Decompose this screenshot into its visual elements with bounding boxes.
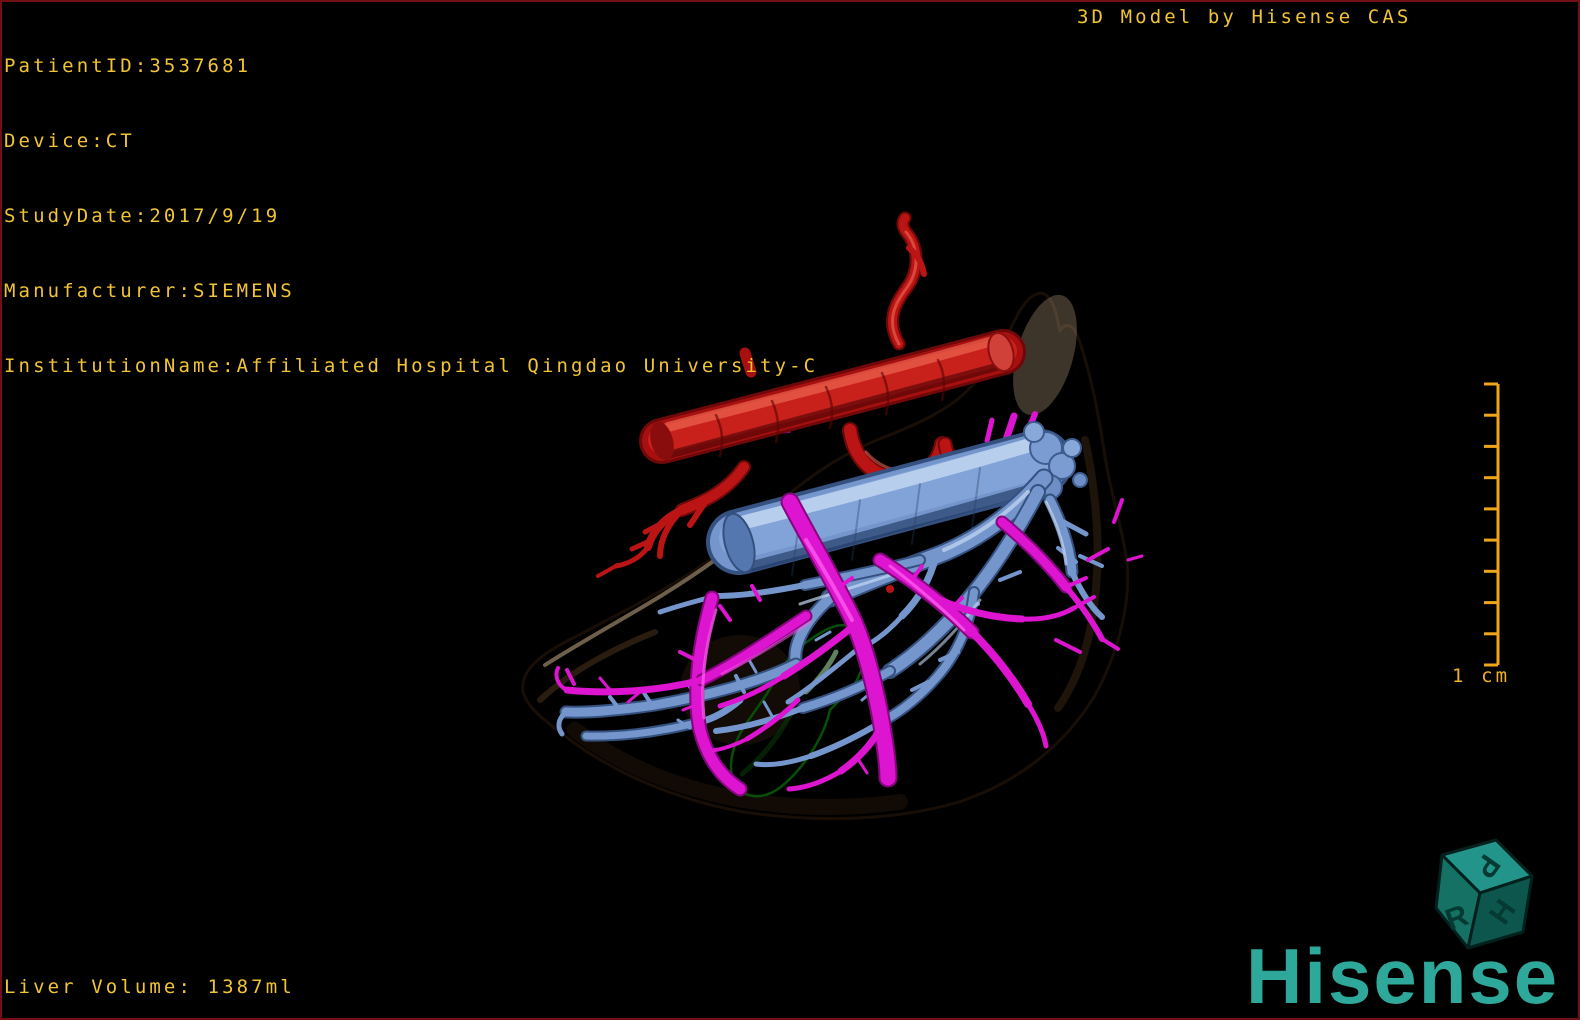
patient-id: PatientID:3537681 [4, 55, 252, 77]
liver-volume-label: Liver Volume: 1387ml [4, 976, 295, 998]
study-date: StudyDate:2017/9/19 [4, 205, 281, 227]
manufacturer: Manufacturer:SIEMENS [4, 280, 295, 302]
app-window: PatientID:3537681 Device:CT StudyDate:20… [0, 0, 1580, 1020]
device: Device:CT [4, 130, 135, 152]
watermark-title: 3D Model by Hisense CAS [1077, 6, 1412, 28]
scale-bar [1484, 382, 1500, 667]
scale-bar-ruler [1484, 382, 1500, 667]
scale-bar-label: 1 cm [1452, 665, 1511, 687]
hisense-logo: Hisense [1246, 932, 1560, 1020]
institution-name: InstitutionName:Affiliated Hospital Qing… [4, 355, 819, 377]
patient-info: PatientID:3537681 Device:CT StudyDate:20… [4, 4, 818, 429]
